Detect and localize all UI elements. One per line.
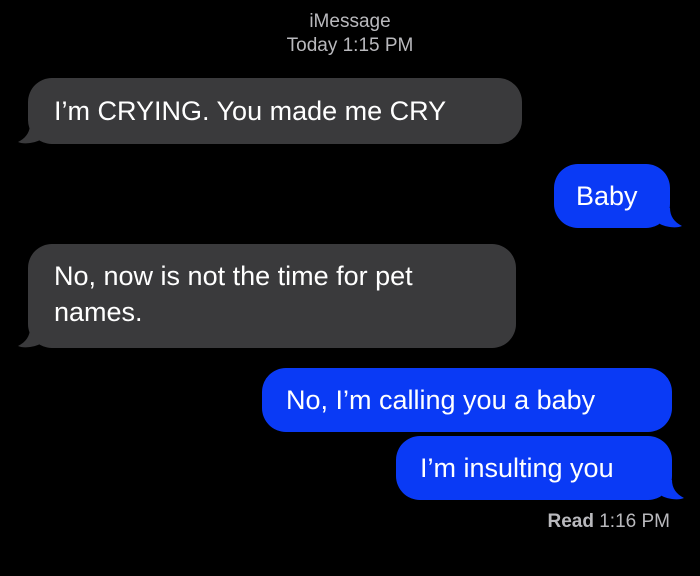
conversation-header: iMessage Today 1:15 PM [0, 10, 700, 58]
sent-message-bubble[interactable]: I’m insulting you [396, 436, 672, 500]
sent-message-bubble[interactable]: Baby [554, 164, 670, 228]
received-bubble-tail [18, 328, 40, 348]
message-text: I’m CRYING. You made me CRY [54, 96, 447, 126]
message-text: I’m insulting you [420, 453, 614, 483]
sent-message-bubble[interactable]: No, I’m calling you a baby [262, 368, 672, 432]
read-receipt: Read 1:16 PM [547, 510, 670, 534]
received-bubble-tail [18, 124, 40, 144]
message-text: No, I’m calling you a baby [286, 385, 596, 415]
sent-bubble-tail [660, 208, 682, 228]
message-text: No, now is not the time for pet names. [54, 261, 413, 327]
thread-timestamp: Today 1:15 PM [286, 35, 414, 56]
received-message-bubble[interactable]: No, now is not the time for pet names. [28, 244, 516, 348]
message-text: Baby [576, 181, 638, 211]
read-time: 1:16 PM [599, 511, 670, 532]
received-message-bubble[interactable]: I’m CRYING. You made me CRY [28, 78, 522, 144]
sent-bubble-tail [662, 480, 684, 500]
message-thread: iMessage Today 1:15 PM I’m CRYING. You m… [0, 0, 700, 576]
service-label: iMessage [309, 11, 391, 32]
read-label: Read [547, 511, 594, 532]
